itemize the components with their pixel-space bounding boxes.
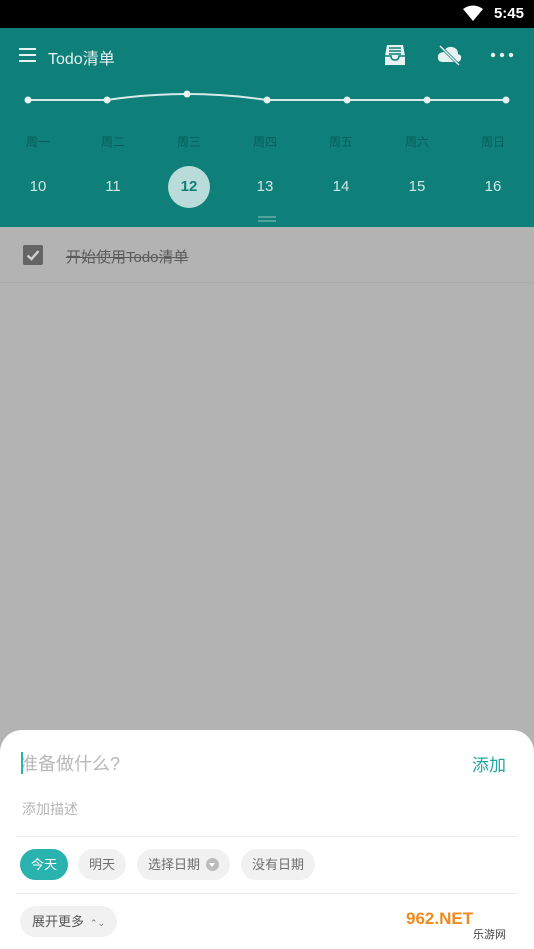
chip-pick-date-label: 选择日期 [148,857,201,872]
site-watermark-logo: 962.NET 乐游网 [398,905,528,941]
weekday-label: 周二 [100,135,125,149]
checkbox-checked[interactable] [23,245,43,265]
status-time: 5:45 [493,5,524,22]
date-cell[interactable]: 13 [244,166,286,208]
trend-point [263,96,271,104]
trend-point [343,96,351,104]
check-icon [26,250,40,261]
todo-description-input[interactable] [22,798,502,820]
expand-more-label: 展开更多 [32,914,85,929]
drag-handle[interactable] [258,216,276,222]
date-cell[interactable]: 16 [472,166,514,208]
watermark-sub: 乐游网 [473,928,506,941]
toolbar: Todo清单 [0,28,534,84]
date-row: 10 11 12 13 14 15 16 [0,166,534,208]
watermark-main: 962.NET [406,909,474,928]
todo-title-input[interactable] [20,750,440,778]
chip-tomorrow[interactable]: 明天 [78,849,127,880]
chip-pick-date[interactable]: 选择日期 [137,849,231,880]
weekday-label: 周四 [252,135,277,149]
more-icon[interactable] [489,42,515,68]
app-title: Todo清单 [48,51,115,68]
weekday-label: 周日 [480,135,505,149]
dropdown-icon [206,858,220,872]
text-caret [21,752,23,774]
weekday-label: 周五 [328,135,353,149]
menu-icon[interactable] [18,45,38,65]
expand-more-button[interactable]: 展开更多 ⌃⌄ [20,906,118,937]
date-cell[interactable]: 10 [17,166,59,208]
trend-point [423,96,431,104]
weekday-label: 周六 [404,135,429,149]
trend-point [103,96,111,104]
date-cell[interactable]: 15 [396,166,438,208]
divider [16,836,518,837]
divider [16,893,518,894]
chip-no-date[interactable]: 没有日期 [241,849,316,880]
date-cell[interactable]: 14 [320,166,362,208]
weekday-label: 周一 [25,135,50,149]
add-button[interactable]: 添加 [472,751,506,776]
status-bar: 5:45 [0,0,534,28]
weekday-label: 周三 [176,135,201,149]
week-trend-line [24,90,510,104]
trend-point [183,90,191,98]
todo-text: 开始使用Todo清单 [66,249,189,266]
trend-point [502,96,510,104]
trend-point [24,96,32,104]
date-cell[interactable]: 11 [92,166,134,208]
cloud-off-icon[interactable] [436,42,462,68]
list-item[interactable]: 开始使用Todo清单 [0,227,534,283]
archive-icon[interactable] [382,42,408,68]
app-header: Todo清单 周一 周二 周三 周四 周五 周六 周日 10 11 12 13 … [0,28,534,227]
date-cell-selected[interactable]: 12 [168,166,210,208]
weekday-row: 周一 周二 周三 周四 周五 周六 周日 [0,133,534,153]
chip-today[interactable]: 今天 [20,849,69,880]
wifi-icon [463,5,483,21]
unfold-icon: ⌃⌄ [90,918,106,928]
